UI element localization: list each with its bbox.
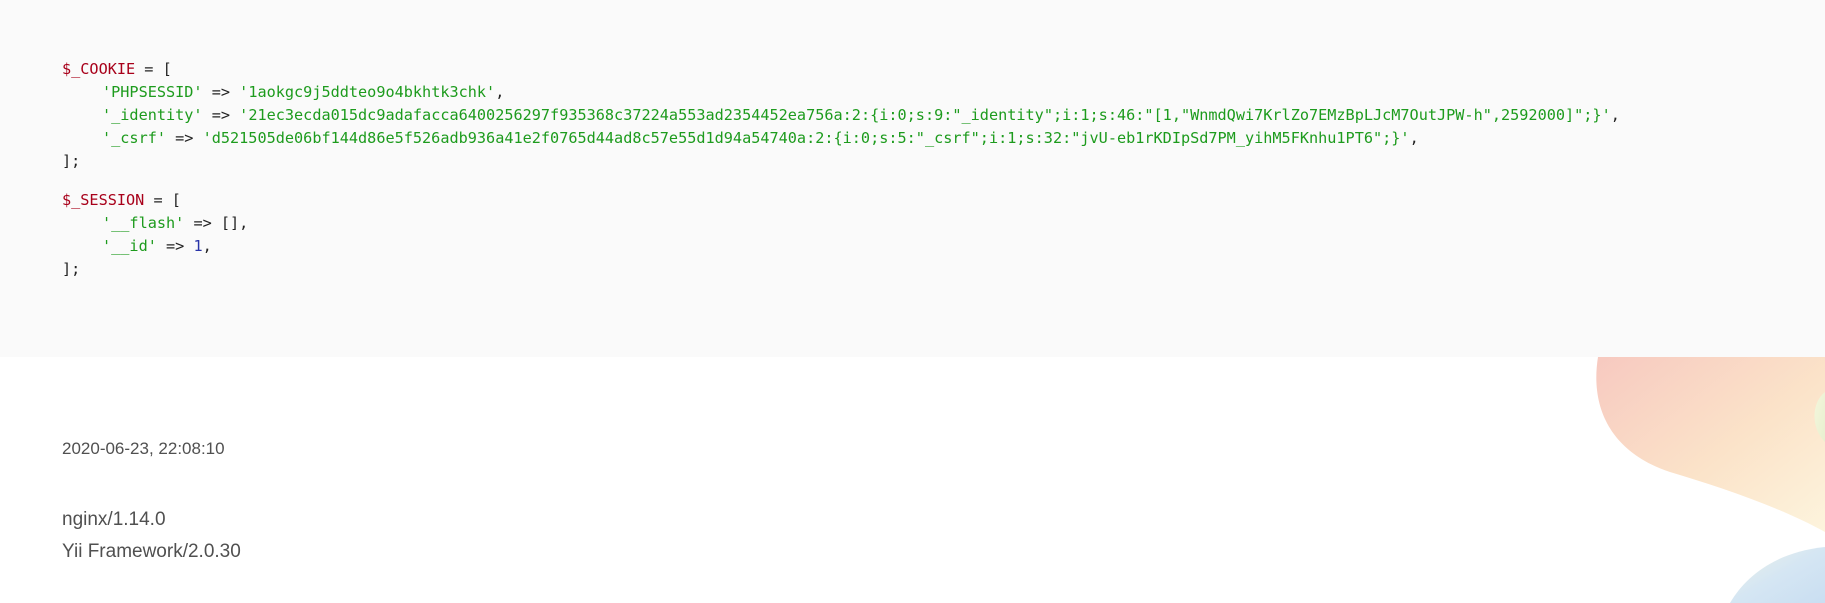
cookie-open-bracket: = [ (135, 60, 172, 78)
arrow-operator: => (202, 106, 240, 124)
arrow-operator: => (156, 237, 194, 255)
session-close-line: ]; (62, 260, 81, 278)
cookie-variable: $_COOKIE (62, 60, 136, 78)
decorative-shapes (1550, 357, 1825, 603)
session-entry-id: '__id' => 1, (62, 235, 1620, 258)
arrow-operator: => (166, 129, 203, 147)
session-entry-flash: '__flash' => [], (62, 212, 1620, 235)
comma: , (1409, 129, 1419, 147)
session-key: '__flash' (102, 214, 185, 232)
request-dump: $_COOKIE = ['PHPSESSID' => '1aokgc9j5ddt… (62, 58, 1620, 281)
session-key: '__id' (102, 237, 157, 255)
debug-code-panel: $_COOKIE = ['PHPSESSID' => '1aokgc9j5ddt… (0, 0, 1825, 357)
warm-blob (1596, 357, 1825, 532)
session-id-value: 1 (193, 237, 203, 255)
cookie-open-line: $_COOKIE = [ (62, 58, 1620, 81)
arrow-operator: => (202, 83, 240, 101)
cookie-key: 'PHPSESSID' (102, 83, 203, 101)
session-open-line: $_SESSION = [ (62, 189, 1620, 212)
decorative-blob-graphic (1596, 357, 1825, 603)
cookie-key: '_csrf' (102, 129, 167, 147)
session-flash-value: => [], (184, 214, 249, 232)
server-version: nginx/1.14.0 (62, 509, 166, 530)
session-open-bracket: = [ (144, 191, 181, 209)
cookie-value: 'd521505de06bf144d86e5f526adb936a41e2f07… (202, 129, 1410, 147)
cookie-value: '21ec3ecda015dc9adafacca6400256297f93536… (239, 106, 1611, 124)
session-variable: $_SESSION (62, 191, 145, 209)
framework-version: Yii Framework/2.0.30 (62, 541, 241, 562)
footer: 2020-06-23, 22:08:10 nginx/1.14.0 Yii Fr… (62, 438, 241, 568)
cookie-dump: $_COOKIE = ['PHPSESSID' => '1aokgc9j5ddt… (62, 58, 1620, 173)
cookie-entry-csrf: '_csrf' => 'd521505de06bf144d86e5f526adb… (62, 127, 1620, 150)
cookie-entry-phpsessid: 'PHPSESSID' => '1aokgc9j5ddteo9o4bkhtk3c… (62, 81, 1620, 104)
timestamp: 2020-06-23, 22:08:10 (62, 439, 225, 458)
comma: , (1610, 106, 1620, 124)
cookie-entry-identity: '_identity' => '21ec3ecda015dc9adafacca6… (62, 104, 1620, 127)
blue-blob (1730, 547, 1825, 603)
session-dump: $_SESSION = ['__flash' => [], '__id' => 1… (62, 189, 1620, 281)
comma: , (495, 83, 505, 101)
server-versions: nginx/1.14.0 Yii Framework/2.0.30 (62, 504, 241, 568)
comma: , (202, 237, 212, 255)
cookie-key: '_identity' (102, 106, 203, 124)
cookie-value: '1aokgc9j5ddteo9o4bkhtk3chk' (239, 83, 496, 101)
cookie-close-line: ]; (62, 152, 81, 170)
